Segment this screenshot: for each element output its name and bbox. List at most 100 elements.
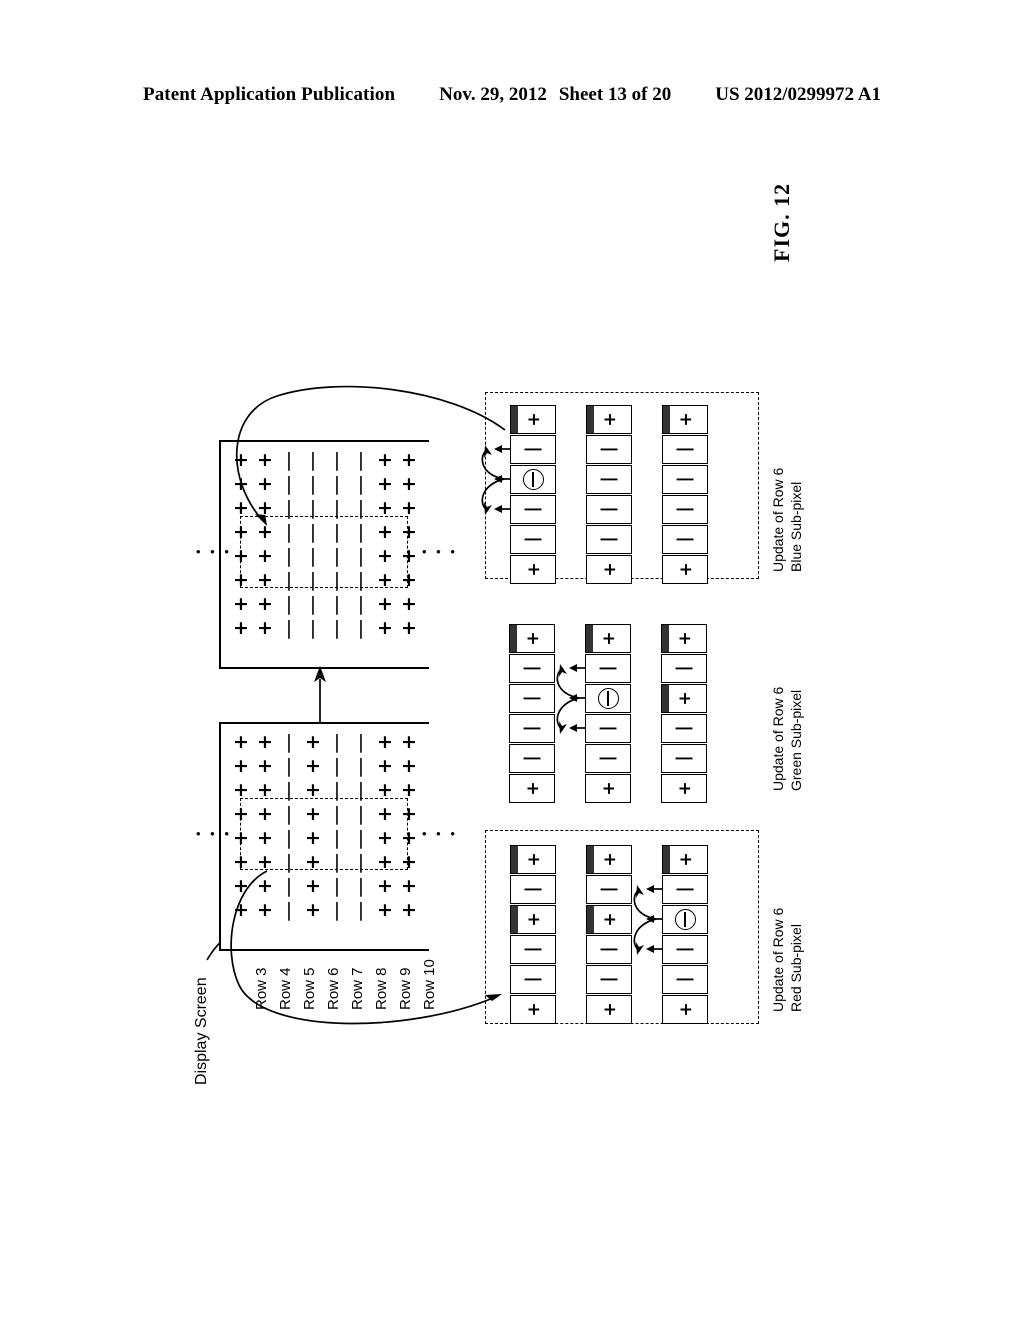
plus-glyph: +	[599, 562, 620, 577]
panel-red-title-line2: Red Sub-pixel	[787, 924, 804, 1012]
pixel-cell: |	[357, 616, 365, 639]
plus-glyph: +	[599, 1002, 620, 1017]
connector-blue-panel	[235, 385, 506, 526]
bar-glyph: |	[599, 976, 620, 983]
pixel-cell: |	[357, 592, 365, 615]
connector-red-panel	[230, 870, 502, 1025]
panel-green-label: Update of Row 6 Green Sub-pixel	[770, 687, 805, 791]
plus-glyph: +	[674, 691, 695, 706]
bar-glyph: |	[523, 946, 544, 953]
subpixel-strip: + | | | | +	[509, 624, 555, 804]
header-sheet: Sheet 13 of 20	[558, 84, 672, 105]
pixel-cell: +	[377, 730, 393, 753]
header-date: Nov. 29, 2012	[439, 84, 547, 105]
subpixel-cell: |	[662, 525, 708, 554]
panel-blue-title-line1: Update of Row 6	[770, 467, 786, 572]
subpixel-cell: +	[509, 774, 555, 803]
bar-glyph: |	[523, 976, 544, 983]
bar-glyph: |	[599, 886, 620, 893]
subpixel-strip: + | + | | +	[586, 845, 632, 1025]
pixel-cell: |	[357, 754, 365, 777]
grid-before-ellipsis-left: • • •	[196, 826, 232, 841]
pixel-cell: |	[333, 754, 341, 777]
pixel-cell: +	[233, 730, 249, 753]
plus-glyph: +	[599, 412, 620, 427]
bar-glyph: |	[675, 506, 696, 513]
header-patent-number: US 2012/0299972 A1	[715, 84, 881, 105]
pixel-cell: |	[285, 616, 293, 639]
panel-green-subpixel: + | | | | + + | | | + + | + | | +	[489, 618, 753, 803]
subpixel-cell: |	[661, 744, 707, 773]
subpixel-cell: |	[509, 714, 555, 743]
subpixel-cell: |	[586, 495, 632, 524]
bar-glyph: |	[675, 446, 696, 453]
subpixel-cell: +	[661, 684, 707, 713]
plus-glyph: +	[675, 412, 696, 427]
bar-glyph: |	[522, 755, 543, 762]
pixel-cell: +	[257, 754, 273, 777]
subpixel-cell: +	[586, 845, 632, 874]
pixel-cell: +	[401, 616, 417, 639]
subpixel-cell: |	[661, 714, 707, 743]
pixel-cell: |	[333, 730, 341, 753]
bar-glyph: |	[675, 536, 696, 543]
subpixel-cell: |	[662, 495, 708, 524]
panel-red-label: Update of Row 6 Red Sub-pixel	[770, 908, 805, 1012]
plus-glyph: +	[523, 912, 544, 927]
figure-label: FIG. 12	[769, 182, 794, 262]
panel-red-subpixel: + | + | | + + | + | | + + | | | +	[485, 830, 759, 1024]
bar-glyph: |	[522, 695, 543, 702]
subpixel-cell: |	[586, 965, 632, 994]
pixel-cell: +	[305, 730, 321, 753]
subpixel-strip: + | | | | +	[662, 405, 708, 585]
plus-glyph: +	[674, 781, 695, 796]
pixel-cell: +	[233, 754, 249, 777]
panel-blue-title-line2: Blue Sub-pixel	[787, 481, 804, 572]
plus-glyph: +	[522, 631, 543, 646]
subpixel-cell: |	[662, 465, 708, 494]
grid-before-ellipsis-right: • • •	[422, 826, 458, 841]
pixel-cell: +	[377, 754, 393, 777]
subpixel-cell: +	[510, 995, 556, 1024]
subpixel-cell: |	[510, 965, 556, 994]
subpixel-strip: + | | | | +	[586, 405, 632, 585]
subpixel-cell: |	[510, 875, 556, 904]
pixel-cell: |	[333, 616, 341, 639]
header-publication: Patent Application Publication	[143, 84, 396, 105]
bar-glyph: |	[599, 506, 620, 513]
subpixel-cell: |	[586, 435, 632, 464]
panel-blue-subpixel: + | | | + + | | | | + + | | | | +	[481, 392, 759, 584]
pixel-cell: |	[285, 730, 293, 753]
pixel-cell: +	[401, 730, 417, 753]
pixel-cell: +	[257, 730, 273, 753]
pixel-cell: |	[309, 616, 317, 639]
subpixel-update-arrows	[556, 664, 585, 734]
pixel-cell: |	[333, 592, 341, 615]
pixel-cell: |	[285, 754, 293, 777]
subpixel-cell: +	[662, 405, 708, 434]
plus-glyph: +	[675, 562, 696, 577]
pixel-cell: +	[257, 616, 273, 639]
subpixel-cell: |	[586, 525, 632, 554]
panel-green-title-line2: Green Sub-pixel	[787, 689, 804, 791]
pixel-cell: |	[285, 592, 293, 615]
pixel-cell: +	[377, 592, 393, 615]
panel-green-title-line1: Update of Row 6	[770, 686, 786, 791]
pixel-cell: +	[401, 754, 417, 777]
subpixel-cell: +	[661, 624, 707, 653]
subpixel-cell: |	[586, 465, 632, 494]
subpixel-cell: |	[586, 875, 632, 904]
bar-glyph: |	[599, 476, 620, 483]
subpixel-cell: |	[586, 935, 632, 964]
pixel-cell: |	[357, 730, 365, 753]
pixel-cell: +	[257, 592, 273, 615]
subpixel-cell: +	[586, 905, 632, 934]
bar-glyph: |	[599, 446, 620, 453]
pixel-cell: +	[377, 616, 393, 639]
display-screen-label: Display Screen	[193, 977, 210, 1085]
pixel-cell: |	[309, 592, 317, 615]
pixel-cell: +	[233, 592, 249, 615]
pixel-cell: +	[233, 616, 249, 639]
subpixel-cell: +	[509, 624, 555, 653]
subpixel-cell: +	[586, 555, 632, 584]
